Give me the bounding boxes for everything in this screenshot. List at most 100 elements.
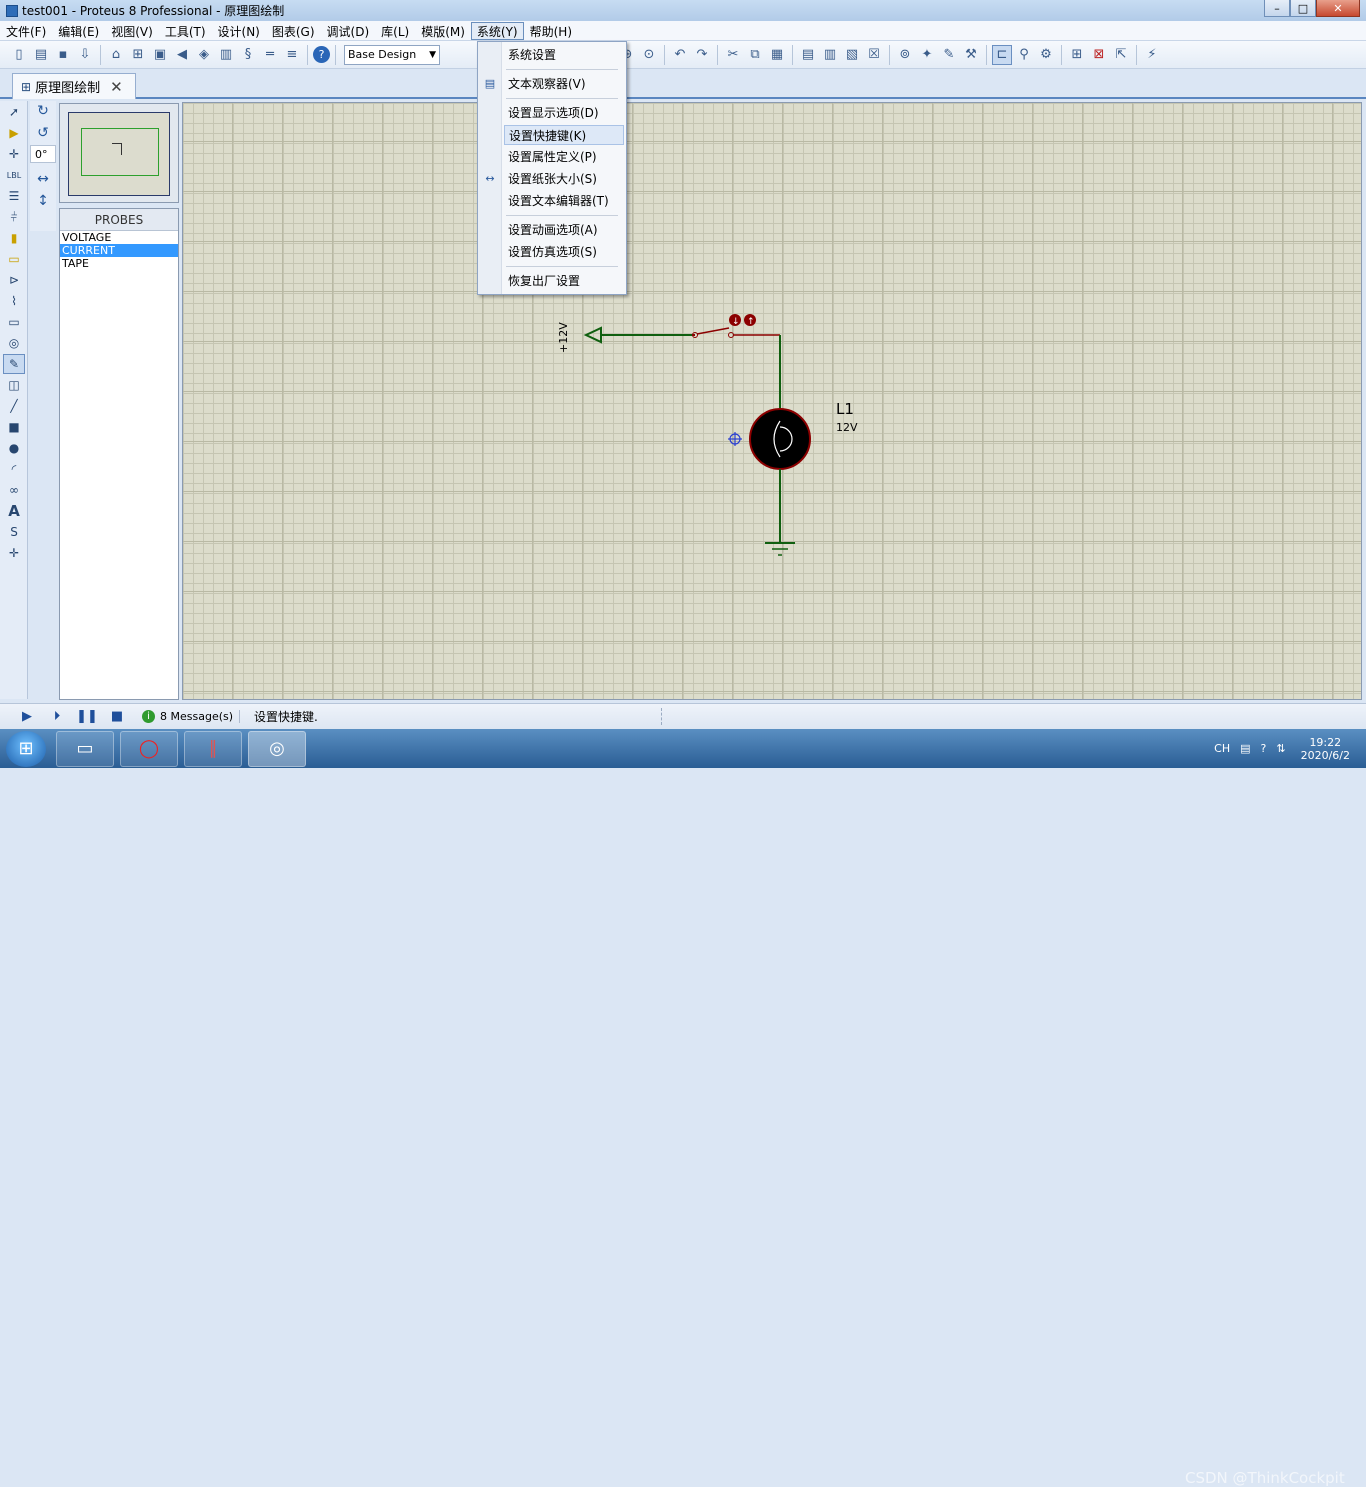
terminals-mode-icon[interactable]: ▭ (3, 249, 25, 269)
erc-report-icon[interactable]: ⚡ (1142, 45, 1162, 65)
menu-item-system-settings[interactable]: 系统设置 (502, 45, 626, 65)
menu-file[interactable]: 文件(F) (0, 22, 52, 40)
notes-icon[interactable]: ≡ (282, 45, 302, 65)
language-indicator[interactable]: CH (1214, 742, 1230, 755)
help-icon[interactable]: ? (313, 46, 330, 63)
menu-item-text-viewer[interactable]: 文本观察器(V) (502, 74, 626, 94)
menu-edit[interactable]: 编辑(E) (52, 22, 105, 40)
design-explorer-icon[interactable]: ═ (260, 45, 280, 65)
menu-design[interactable]: 设计(N) (212, 22, 266, 40)
component-mode-icon[interactable]: ▶ (3, 123, 25, 143)
bom-icon[interactable]: ▥ (216, 45, 236, 65)
device-pins-mode-icon[interactable]: ⊳ (3, 270, 25, 290)
step-icon[interactable]: ⏵ (46, 707, 68, 727)
menu-item-animation-options[interactable]: 设置动画选项(A) (502, 220, 626, 240)
bus-mode-icon[interactable]: ⫩ (3, 207, 25, 227)
explorer-task-icon[interactable]: ▭ (56, 730, 114, 767)
menu-item-restore-defaults[interactable]: 恢复出厂设置 (502, 271, 626, 291)
import-icon[interactable]: ⇩ (75, 45, 95, 65)
virtual-instruments-icon[interactable]: ◫ (3, 375, 25, 395)
block-delete-icon[interactable]: ☒ (864, 45, 884, 65)
network-icon[interactable]: ⇅ (1276, 742, 1285, 755)
menu-item-sheet-size[interactable]: 设置纸张大小(S) (502, 169, 626, 189)
menu-view[interactable]: 视图(V) (105, 22, 159, 40)
home-icon[interactable]: ⌂ (106, 45, 126, 65)
selection-mode-icon[interactable]: ➚ (3, 102, 25, 122)
app-task-icon[interactable]: ∥ (184, 730, 242, 767)
make-device-icon[interactable]: ✦ (917, 45, 937, 65)
generator-mode-icon[interactable]: ◎ (3, 333, 25, 353)
pcb-icon[interactable]: ▣ (150, 45, 170, 65)
2d-arc-icon[interactable]: ◜ (3, 459, 25, 479)
zoom-area-icon[interactable]: ⊙ (639, 45, 659, 65)
menu-item-text-editor[interactable]: 设置文本编辑器(T) (502, 191, 626, 211)
paste-icon[interactable]: ▦ (767, 45, 787, 65)
maximize-button[interactable]: □ (1290, 0, 1316, 17)
tape-recorder-mode-icon[interactable]: ▭ (3, 312, 25, 332)
design-selector[interactable]: Base Design ▼ (344, 44, 440, 65)
2d-path-icon[interactable]: ∞ (3, 480, 25, 500)
save-icon[interactable]: ▪ (53, 45, 73, 65)
new-sheet-icon[interactable]: ⊞ (1067, 45, 1087, 65)
menu-template[interactable]: 模版(M) (415, 22, 471, 40)
property-tool-icon[interactable]: ⚙ (1036, 45, 1056, 65)
block-move-icon[interactable]: ▥ (820, 45, 840, 65)
probe-mode-icon[interactable]: ✎ (3, 354, 25, 374)
remove-sheet-icon[interactable]: ⊠ (1089, 45, 1109, 65)
undo-icon[interactable]: ↶ (670, 45, 690, 65)
search-tag-icon[interactable]: ⚲ (1014, 45, 1034, 65)
2d-box-icon[interactable]: ■ (3, 417, 25, 437)
packaging-tool-icon[interactable]: ✎ (939, 45, 959, 65)
menu-help[interactable]: 帮助(H) (524, 22, 578, 40)
minimize-button[interactable]: – (1264, 0, 1290, 17)
proteus-task-icon[interactable]: ◎ (248, 730, 306, 767)
overview-window[interactable] (59, 103, 179, 203)
list-item[interactable]: TAPE (60, 257, 178, 270)
graph-mode-icon[interactable]: ⌇ (3, 291, 25, 311)
open-folder-icon[interactable]: ▤ (31, 45, 51, 65)
block-rotate-icon[interactable]: ▧ (842, 45, 862, 65)
tab-schematic[interactable]: ⊞ 原理图绘制 ✕ (12, 73, 136, 99)
keyboard-icon[interactable]: ▤ (1240, 742, 1250, 755)
help-tray-icon[interactable]: ? (1261, 742, 1267, 755)
opera-task-icon[interactable]: ◯ (120, 730, 178, 767)
schematic-icon[interactable]: ⊞ (128, 45, 148, 65)
list-item[interactable]: CURRENT (60, 244, 178, 257)
message-count[interactable]: 8 Message(s) (160, 710, 241, 723)
mirror-horizontal-icon[interactable]: ↔ (30, 169, 56, 189)
cut-icon[interactable]: ✂ (723, 45, 743, 65)
2d-marker-icon[interactable]: ✛ (3, 543, 25, 563)
start-button[interactable]: ⊞ (6, 730, 46, 767)
close-button[interactable]: ✕ (1316, 0, 1360, 17)
menu-item-keyboard-mapping[interactable]: 设置快捷键(K) (504, 125, 624, 145)
2d-circle-icon[interactable]: ● (3, 438, 25, 458)
redo-icon[interactable]: ↷ (692, 45, 712, 65)
menu-item-simulation-options[interactable]: 设置仿真选项(S) (502, 242, 626, 262)
mirror-vertical-icon[interactable]: ↕ (30, 191, 56, 211)
subcircuit-mode-icon[interactable]: ▮ (3, 228, 25, 248)
text-script-mode-icon[interactable]: ☰ (3, 186, 25, 206)
pause-icon[interactable]: ❚❚ (76, 707, 98, 727)
list-item[interactable]: VOLTAGE (60, 231, 178, 244)
overview-viewport[interactable] (81, 128, 159, 176)
source-code-icon[interactable]: § (238, 45, 258, 65)
clock[interactable]: 19:22 2020/6/2 (1301, 736, 1350, 762)
pick-device-icon[interactable]: ⊚ (895, 45, 915, 65)
menu-system[interactable]: 系统(Y) (470, 21, 524, 40)
copy-icon[interactable]: ⧉ (745, 45, 765, 65)
rotation-angle-field[interactable]: 0° (30, 145, 56, 163)
block-copy-icon[interactable]: ▤ (798, 45, 818, 65)
2d-line-icon[interactable]: ╱ (3, 396, 25, 416)
rotate-clockwise-icon[interactable]: ↻ (30, 101, 56, 121)
rotate-anticlockwise-icon[interactable]: ↺ (30, 123, 56, 143)
tab-close-icon[interactable]: ✕ (110, 78, 123, 96)
play-icon[interactable]: ▶ (16, 707, 38, 727)
2d-symbol-icon[interactable]: S (3, 522, 25, 542)
wire-autorouter-icon[interactable]: ⊏ (992, 44, 1012, 65)
schematic-canvas[interactable]: ↓ ↑ +12V L1 12V (182, 102, 1362, 700)
menu-library[interactable]: 库(L) (375, 22, 415, 40)
menu-graph[interactable]: 图表(G) (266, 22, 321, 40)
exit-to-parent-icon[interactable]: ⇱ (1111, 45, 1131, 65)
menu-tools[interactable]: 工具(T) (159, 22, 212, 40)
stop-icon[interactable]: ■ (106, 707, 128, 727)
